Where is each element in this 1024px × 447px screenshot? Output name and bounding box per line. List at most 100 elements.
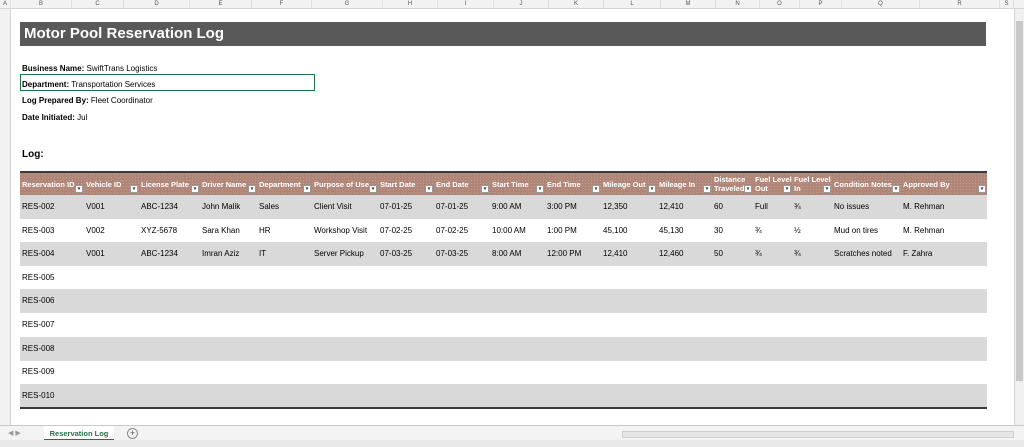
table-cell[interactable]: 12:00 PM bbox=[545, 242, 601, 266]
column-header-cell[interactable]: Department ▾ bbox=[257, 173, 312, 195]
table-cell[interactable] bbox=[712, 384, 753, 408]
column-header-cell[interactable]: Start Date ▾ bbox=[378, 173, 434, 195]
filter-dropdown-icon[interactable]: ▾ bbox=[823, 185, 831, 193]
department-line[interactable]: Department: Transportation Services bbox=[22, 80, 155, 89]
column-header-cell[interactable]: Distance Traveled ▾ bbox=[712, 173, 753, 195]
table-cell[interactable] bbox=[545, 266, 601, 290]
table-cell[interactable] bbox=[378, 337, 434, 361]
table-cell[interactable]: Imran Aziz bbox=[200, 242, 257, 266]
table-cell[interactable] bbox=[657, 360, 712, 384]
table-cell[interactable]: Full bbox=[753, 195, 792, 219]
filter-dropdown-icon[interactable]: ▾ bbox=[369, 185, 377, 193]
table-cell[interactable] bbox=[490, 266, 545, 290]
filter-dropdown-icon[interactable]: ▾ bbox=[303, 185, 311, 193]
table-cell[interactable] bbox=[200, 384, 257, 408]
table-cell[interactable]: Scratches noted bbox=[832, 242, 901, 266]
table-cell[interactable]: 45,130 bbox=[657, 219, 712, 243]
tab-reservation-log[interactable]: Reservation Log bbox=[44, 426, 114, 441]
table-cell[interactable] bbox=[84, 337, 139, 361]
table-cell[interactable] bbox=[792, 266, 832, 290]
table-cell[interactable] bbox=[657, 337, 712, 361]
table-cell[interactable] bbox=[139, 384, 200, 408]
column-header-g[interactable]: G bbox=[312, 0, 383, 9]
column-header-m[interactable]: M bbox=[661, 0, 716, 9]
column-header-cell[interactable]: Fuel Level In ▾ bbox=[792, 173, 832, 195]
table-cell[interactable]: John Malik bbox=[200, 195, 257, 219]
table-cell[interactable] bbox=[792, 360, 832, 384]
table-cell[interactable] bbox=[901, 360, 987, 384]
table-cell[interactable]: V001 bbox=[84, 195, 139, 219]
table-cell[interactable]: RES-003 bbox=[20, 219, 84, 243]
table-cell[interactable] bbox=[753, 360, 792, 384]
column-header-cell[interactable]: Vehicle ID ▾ bbox=[84, 173, 139, 195]
column-header-cell[interactable]: License Plate ▾ bbox=[139, 173, 200, 195]
table-cell[interactable] bbox=[257, 337, 312, 361]
table-cell[interactable]: V002 bbox=[84, 219, 139, 243]
table-cell[interactable] bbox=[84, 289, 139, 313]
table-cell[interactable]: RES-009 bbox=[20, 360, 84, 384]
column-header-s[interactable]: S bbox=[1000, 0, 1014, 9]
column-header-cell[interactable]: Purpose of Use ▾ bbox=[312, 173, 378, 195]
filter-dropdown-icon[interactable]: ▾ bbox=[703, 185, 711, 193]
table-cell[interactable] bbox=[378, 313, 434, 337]
table-cell[interactable] bbox=[832, 384, 901, 408]
table-cell[interactable]: 07-03-25 bbox=[378, 242, 434, 266]
column-header-r[interactable]: R bbox=[920, 0, 1000, 9]
table-cell[interactable] bbox=[712, 313, 753, 337]
table-cell[interactable] bbox=[434, 384, 490, 408]
table-cell[interactable] bbox=[257, 266, 312, 290]
table-cell[interactable]: 10:00 AM bbox=[490, 219, 545, 243]
table-cell[interactable] bbox=[84, 266, 139, 290]
column-header-l[interactable]: L bbox=[604, 0, 661, 9]
table-cell[interactable]: F. Zahra bbox=[901, 242, 987, 266]
table-cell[interactable]: Mud on tires bbox=[832, 219, 901, 243]
column-header-cell[interactable]: End Date ▾ bbox=[434, 173, 490, 195]
table-cell[interactable]: 3:00 PM bbox=[545, 195, 601, 219]
table-cell[interactable]: 12,410 bbox=[601, 242, 657, 266]
table-cell[interactable]: RES-010 bbox=[20, 384, 84, 408]
add-sheet-icon[interactable]: + bbox=[127, 428, 138, 439]
table-cell[interactable] bbox=[832, 266, 901, 290]
table-cell[interactable] bbox=[712, 337, 753, 361]
table-cell[interactable] bbox=[84, 384, 139, 408]
filter-dropdown-icon[interactable]: ▾ bbox=[592, 185, 600, 193]
table-cell[interactable] bbox=[901, 313, 987, 337]
table-cell[interactable]: 60 bbox=[712, 195, 753, 219]
table-cell[interactable]: ABC-1234 bbox=[139, 242, 200, 266]
table-cell[interactable] bbox=[657, 289, 712, 313]
column-header-j[interactable]: J bbox=[494, 0, 549, 9]
table-cell[interactable]: Sara Khan bbox=[200, 219, 257, 243]
table-cell[interactable]: ¾ bbox=[792, 195, 832, 219]
table-cell[interactable]: 07-03-25 bbox=[434, 242, 490, 266]
table-cell[interactable] bbox=[792, 337, 832, 361]
table-cell[interactable]: 9:00 AM bbox=[490, 195, 545, 219]
table-cell[interactable] bbox=[792, 289, 832, 313]
column-header-f[interactable]: F bbox=[252, 0, 312, 9]
table-cell[interactable] bbox=[84, 313, 139, 337]
table-cell[interactable] bbox=[434, 337, 490, 361]
table-cell[interactable] bbox=[139, 337, 200, 361]
vertical-scroll-thumb[interactable] bbox=[1016, 21, 1023, 381]
filter-dropdown-icon[interactable]: ▾ bbox=[744, 185, 752, 193]
date-initiated-line[interactable]: Date Initiated: Jul bbox=[22, 113, 87, 122]
table-cell[interactable] bbox=[434, 289, 490, 313]
table-cell[interactable]: ¾ bbox=[753, 219, 792, 243]
column-header-n[interactable]: N bbox=[716, 0, 760, 9]
table-cell[interactable]: 8:00 AM bbox=[490, 242, 545, 266]
horizontal-scrollbar[interactable] bbox=[622, 431, 1014, 438]
column-header-e[interactable]: E bbox=[190, 0, 252, 9]
table-cell[interactable] bbox=[200, 360, 257, 384]
table-cell[interactable]: HR bbox=[257, 219, 312, 243]
table-cell[interactable] bbox=[434, 266, 490, 290]
table-cell[interactable] bbox=[257, 289, 312, 313]
table-cell[interactable]: Server Pickup bbox=[312, 242, 378, 266]
table-cell[interactable] bbox=[490, 289, 545, 313]
table-cell[interactable] bbox=[832, 289, 901, 313]
table-cell[interactable] bbox=[601, 360, 657, 384]
table-cell[interactable] bbox=[378, 384, 434, 408]
tab-nav-arrows-icon[interactable]: ◀ ▶ bbox=[8, 429, 21, 437]
column-header-cell[interactable]: Start Time ▾ bbox=[490, 173, 545, 195]
prepared-by-line[interactable]: Log Prepared By: Fleet Coordinator bbox=[22, 96, 153, 105]
table-cell[interactable]: M. Rehman bbox=[901, 219, 987, 243]
table-cell[interactable] bbox=[901, 337, 987, 361]
